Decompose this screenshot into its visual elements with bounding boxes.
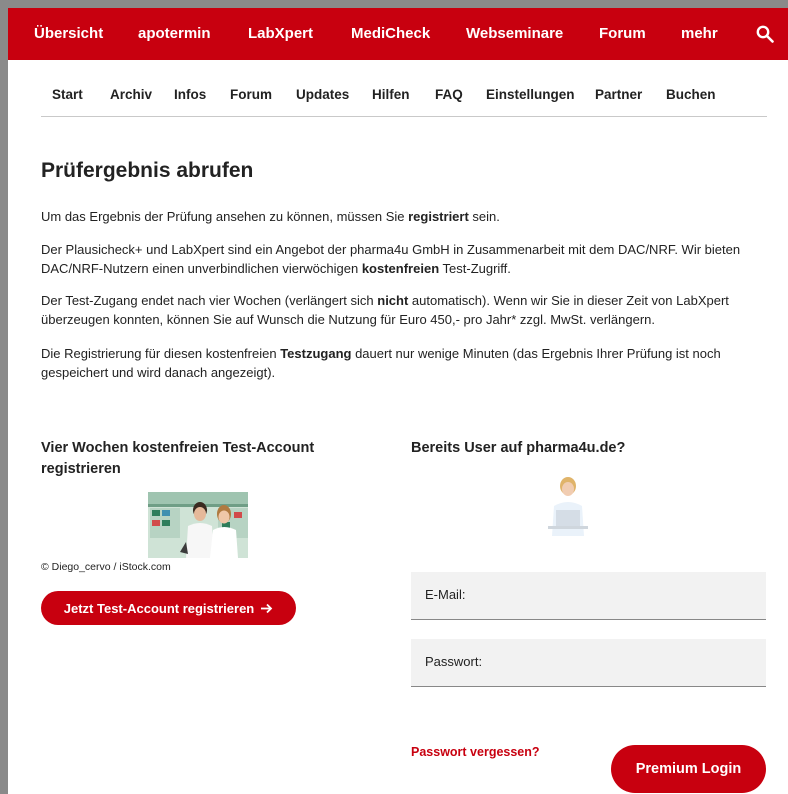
subnav-item-faq[interactable]: FAQ — [435, 87, 463, 102]
intro-paragraph-1: Um das Ergebnis der Prüfung ansehen zu k… — [41, 209, 500, 224]
premium-login-button[interactable]: Premium Login — [611, 745, 766, 793]
topnav-item-webseminare[interactable]: Webseminare — [466, 8, 563, 60]
register-button[interactable]: Jetzt Test-Account registrieren — [41, 591, 296, 625]
password-label: Passwort: — [425, 654, 483, 669]
login-heading: Bereits User auf pharma4u.de? — [411, 440, 626, 456]
pharmacy-photo — [148, 492, 248, 558]
topnav-item-labxpert[interactable]: LabXpert — [248, 8, 313, 60]
top-nav: Übersicht apotermin LabXpert MediCheck W… — [8, 8, 788, 60]
search-icon[interactable] — [756, 25, 774, 43]
email-label: E-Mail: — [425, 587, 466, 602]
subnav-item-partner[interactable]: Partner — [595, 87, 642, 102]
topnav-item-uebersicht[interactable]: Übersicht — [34, 8, 103, 60]
forgot-password-link[interactable]: Passwort vergessen? — [411, 745, 540, 759]
subnav-item-forum[interactable]: Forum — [230, 87, 272, 102]
intro-paragraph-4: Die Registrierung für diesen kostenfreie… — [41, 346, 721, 380]
subnav-item-archiv[interactable]: Archiv — [110, 87, 152, 102]
topnav-item-mehr[interactable]: mehr — [681, 8, 718, 60]
email-field[interactable]: E-Mail: — [411, 572, 766, 620]
register-heading: Vier Wochen kostenfreien Test-Account re… — [41, 440, 315, 477]
password-field[interactable]: Passwort: — [411, 639, 766, 687]
page-title: Prüfergebnis abrufen — [41, 159, 254, 182]
subnav-item-hilfen[interactable]: Hilfen — [372, 87, 410, 102]
user-photo — [518, 470, 618, 536]
subnav-item-einstellungen[interactable]: Einstellungen — [486, 87, 575, 102]
topnav-item-forum[interactable]: Forum — [599, 8, 646, 60]
subnav-divider — [41, 116, 767, 117]
subnav-item-infos[interactable]: Infos — [174, 87, 206, 102]
topnav-item-medicheck[interactable]: MediCheck — [351, 8, 430, 60]
subnav-item-start[interactable]: Start — [52, 87, 83, 102]
page-frame: Übersicht apotermin LabXpert MediCheck W… — [8, 8, 788, 794]
intro-paragraph-3: Der Test-Zugang endet nach vier Wochen (… — [41, 293, 729, 327]
topnav-item-apotermin[interactable]: apotermin — [138, 8, 211, 60]
arrow-right-icon — [261, 603, 273, 613]
register-button-label: Jetzt Test-Account registrieren — [63, 600, 255, 616]
photo-credit: © Diego_cervo / iStock.com — [41, 561, 171, 573]
intro-paragraph-2: Der Plausicheck+ und LabXpert sind ein A… — [41, 242, 741, 276]
subnav-item-updates[interactable]: Updates — [296, 87, 349, 102]
subnav-item-buchen[interactable]: Buchen — [666, 87, 716, 102]
